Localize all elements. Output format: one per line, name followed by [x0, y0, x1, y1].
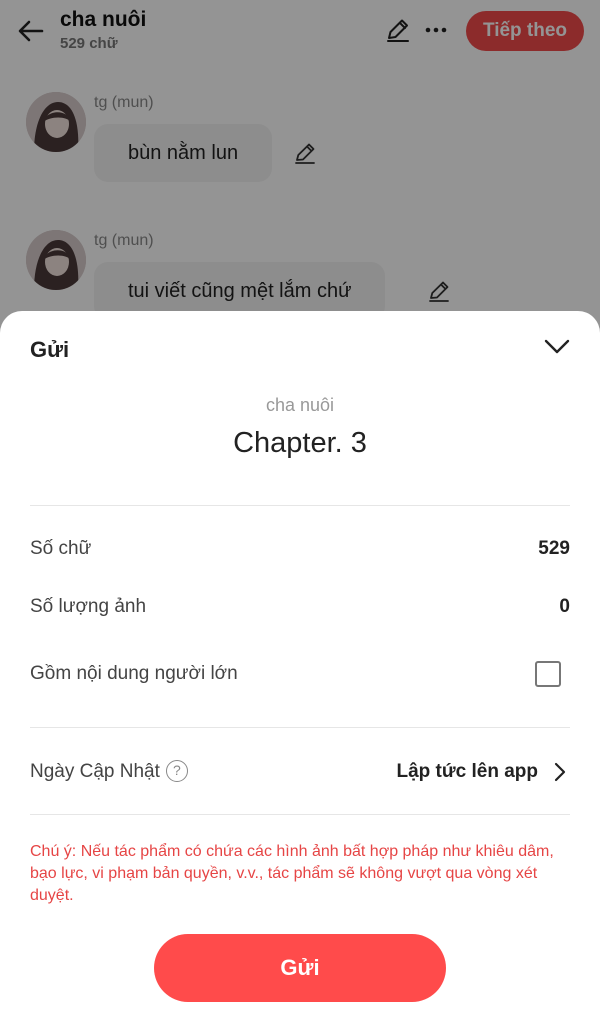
sheet-story-title: cha nuôi — [265, 395, 335, 415]
divider — [30, 727, 570, 728]
word-count-label: Số chữ — [30, 538, 92, 559]
adult-content-label: Gồm nội dung người lớn — [30, 663, 238, 684]
chevron-down-icon[interactable] — [540, 331, 574, 361]
adult-content-checkbox[interactable] — [535, 661, 561, 687]
schedule-label: Ngày Cập Nhật — [30, 761, 160, 782]
help-circle-icon[interactable]: ? — [165, 760, 188, 782]
sheet-title: Gửi — [30, 337, 70, 362]
image-count-value: 0 — [559, 596, 570, 617]
divider — [30, 814, 570, 815]
image-count-label: Số lượng ảnh — [30, 596, 147, 617]
send-button[interactable]: Gửi — [154, 934, 446, 1002]
sheet-chapter-title: Chapter. 3 — [233, 427, 367, 459]
publish-sheet: Gửi cha nuôi Chapter. 3 Số chữ 529 Số lư… — [0, 311, 600, 1031]
schedule-value[interactable]: Lập tức lên app — [397, 761, 539, 783]
review-notice: Chú ý: Nếu tác phẩm có chứa các hình ảnh… — [30, 843, 554, 904]
schedule-row[interactable]: Ngày Cập Nhật? — [30, 760, 188, 783]
chevron-right-icon[interactable] — [552, 761, 568, 783]
divider — [30, 505, 570, 506]
word-count-value: 529 — [538, 538, 570, 559]
